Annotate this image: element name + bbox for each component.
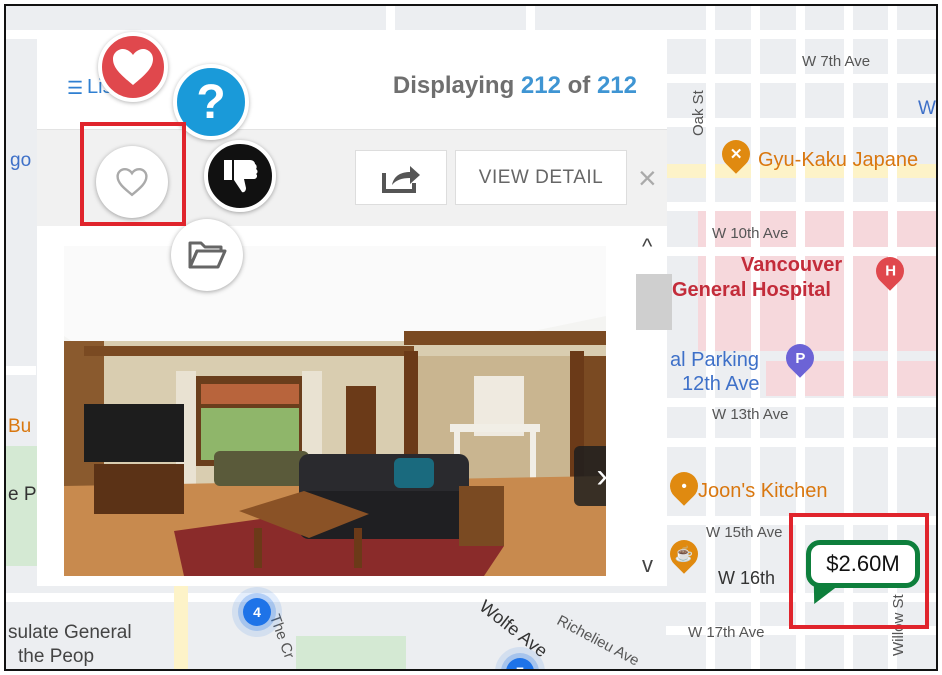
listing-panel: ☰ List Displaying 212 of 212 VIEW DETAIL… [37,36,672,586]
poi-hospital-line2[interactable]: General Hospital [672,278,831,302]
poi-gyukaku[interactable]: Gyu-Kaku Japane [758,149,918,172]
displaying-prefix: Displaying [392,72,515,99]
place-label-edge: WI [918,98,936,119]
road [174,586,188,669]
heart-filled-icon [113,49,153,85]
poi-hospital-line1[interactable]: Vancouver [741,253,842,277]
poi-joons-kitchen[interactable]: Joon's Kitchen [698,480,827,503]
street-label: W 16th [718,568,776,588]
road [6,366,36,375]
street-label-oak: Oak St [690,90,707,136]
map-cluster-marker[interactable]: 7 [506,658,534,669]
favorite-highlight-box [80,122,186,226]
scroll-down-arrow-icon[interactable]: v [642,552,653,578]
next-photo-button[interactable]: › [574,446,606,506]
photo-carousel: › [37,226,635,586]
poi-parking-line1[interactable]: al Parking [670,348,759,372]
street-label-richelieu: Richelieu Ave [554,612,643,670]
place-label-edge: go [10,150,32,171]
park-area [6,446,38,566]
road-oak [706,6,715,669]
place-label-edge: e P [8,484,37,505]
street-label: W 7th Ave [802,53,871,70]
poi-parking-line2[interactable]: 12th Ave [682,372,759,396]
dislike-button[interactable] [204,140,276,212]
scroll-up-arrow-icon[interactable]: ^ [642,234,652,260]
of-word: of [567,72,591,99]
map-cluster-marker[interactable]: 4 [243,598,271,626]
place-label-edge: Bu [8,416,32,437]
list-icon[interactable]: ☰ [67,78,83,99]
saved-favorite-button[interactable] [98,32,168,102]
scroll-thumb[interactable] [636,274,672,330]
total-count: 212 [596,72,637,99]
results-count: Displaying 212 of 212 [393,72,637,100]
folder-icon [188,241,227,269]
park-area-bottom [296,636,406,669]
save-to-folder-button[interactable] [171,219,243,291]
cafe-pin-icon[interactable]: ☕ [664,534,704,574]
street-label: W 10th Ave [712,225,789,242]
share-button[interactable] [355,150,447,205]
thumbs-down-icon [224,160,258,193]
panel-scrollbar[interactable]: ^ v [635,226,672,586]
living-room-photo [64,246,606,576]
share-arrow-icon [382,165,420,193]
displayed-count: 212 [520,72,561,99]
road [386,6,395,38]
price-highlight-box [789,513,929,629]
listing-photo[interactable]: › [64,246,606,576]
street-label: W 13th Ave [712,406,789,423]
street-label: The Cr [266,612,298,661]
close-icon[interactable]: × [638,162,657,194]
view-detail-button[interactable]: VIEW DETAIL [455,150,627,205]
app-frame: W 7th Ave WI Oak St Gyu-Kaku Japane ✕ W … [4,4,938,671]
road [526,6,535,38]
street-label-wolfe: Wolfe Ave [475,596,552,662]
street-label: W 15th Ave [706,524,783,541]
street-label: W 17th Ave [688,624,765,641]
poi-consulate-line1[interactable]: sulate General [8,622,132,644]
poi-consulate-line2[interactable]: the Peop [18,646,94,668]
